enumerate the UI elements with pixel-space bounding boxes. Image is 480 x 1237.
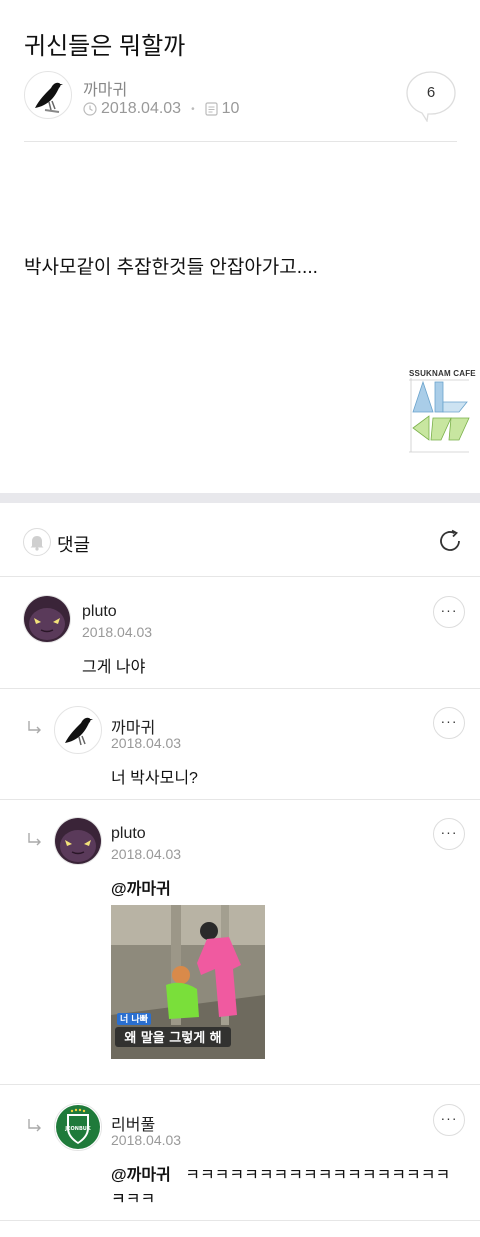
avatar[interactable] [23, 595, 71, 643]
comment-date: 2018.04.03 [82, 624, 153, 640]
comment-divider [0, 1084, 480, 1085]
reply-arrow-icon [28, 833, 41, 846]
pluto-avatar-icon [24, 596, 70, 642]
avatar[interactable] [54, 817, 102, 865]
comment-date: 2018.04.03 [111, 846, 182, 862]
author-avatar[interactable] [24, 71, 72, 119]
comment-author[interactable]: pluto [111, 825, 146, 843]
comment-date: 2018.04.03 [111, 1132, 182, 1148]
comment-more-button[interactable]: ··· [433, 596, 465, 628]
comments-heading: 댓글 [57, 535, 91, 555]
header-divider [24, 141, 457, 142]
meme-caption: 왜 말을 그렇게 해 [124, 1030, 221, 1046]
author-name[interactable]: 까마귀 [83, 76, 127, 100]
comment-author[interactable]: pluto [82, 603, 117, 621]
clock-icon [83, 102, 97, 116]
crow-icon [35, 82, 63, 113]
comment-divider [0, 799, 480, 800]
refresh-icon[interactable] [436, 527, 464, 555]
pluto-avatar-icon [55, 818, 101, 864]
reply-arrow-icon [28, 721, 41, 734]
comment-image[interactable]: 너 나빠 왜 말을 그렇게 해 [111, 905, 265, 1059]
post-views: 10 [221, 100, 240, 117]
crow-icon [65, 717, 93, 746]
comment-text: 그게 나야 [82, 659, 146, 676]
jeonbuk-badge-icon: JEONBUK [55, 1104, 101, 1150]
comment-more-button[interactable]: ··· [433, 707, 465, 739]
comment-divider [0, 1220, 480, 1221]
comment-text-continued: ㅋㅋㅋ [111, 1191, 156, 1208]
badge-text: JEONBUK [64, 1126, 92, 1132]
post-meta: 2018.04.03 • 10 [83, 100, 239, 118]
comments-header-divider [0, 576, 480, 577]
section-divider [0, 493, 480, 503]
cafe-logo [409, 378, 470, 453]
comment-date: 2018.04.03 [111, 735, 182, 751]
post-date: 2018.04.03 [101, 100, 182, 117]
post-title: 귀신들은 뭐할까 [24, 33, 186, 60]
avatar[interactable] [54, 706, 102, 754]
post-body: 박사모같이 추잡한것들 안잡아가고.... [24, 257, 318, 278]
comment-mention[interactable]: @까마귀 [111, 1167, 171, 1184]
comment-more-button[interactable]: ··· [433, 818, 465, 850]
avatar[interactable]: JEONBUK [54, 1103, 102, 1151]
comment-divider [0, 688, 480, 689]
meme-caption-top: 너 나빠 [120, 1013, 149, 1025]
views-icon [204, 102, 218, 116]
reply-arrow-icon [28, 1119, 41, 1132]
comment-text: 너 박사모니? [111, 770, 198, 787]
bell-icon [30, 536, 44, 551]
comment-count[interactable]: 6 [405, 84, 457, 101]
notification-toggle[interactable] [23, 528, 51, 556]
comment-more-button[interactable]: ··· [433, 1104, 465, 1136]
comment-text-line: @까마귀 ㅋㅋㅋㅋㅋㅋㅋㅋㅋㅋㅋㅋㅋㅋㅋㅋㅋㅋㅋ [111, 1161, 456, 1209]
meta-separator: • [191, 103, 195, 115]
meme-image: 너 나빠 왜 말을 그렇게 해 [111, 905, 265, 1059]
comment-mention[interactable]: @까마귀 [111, 875, 171, 899]
